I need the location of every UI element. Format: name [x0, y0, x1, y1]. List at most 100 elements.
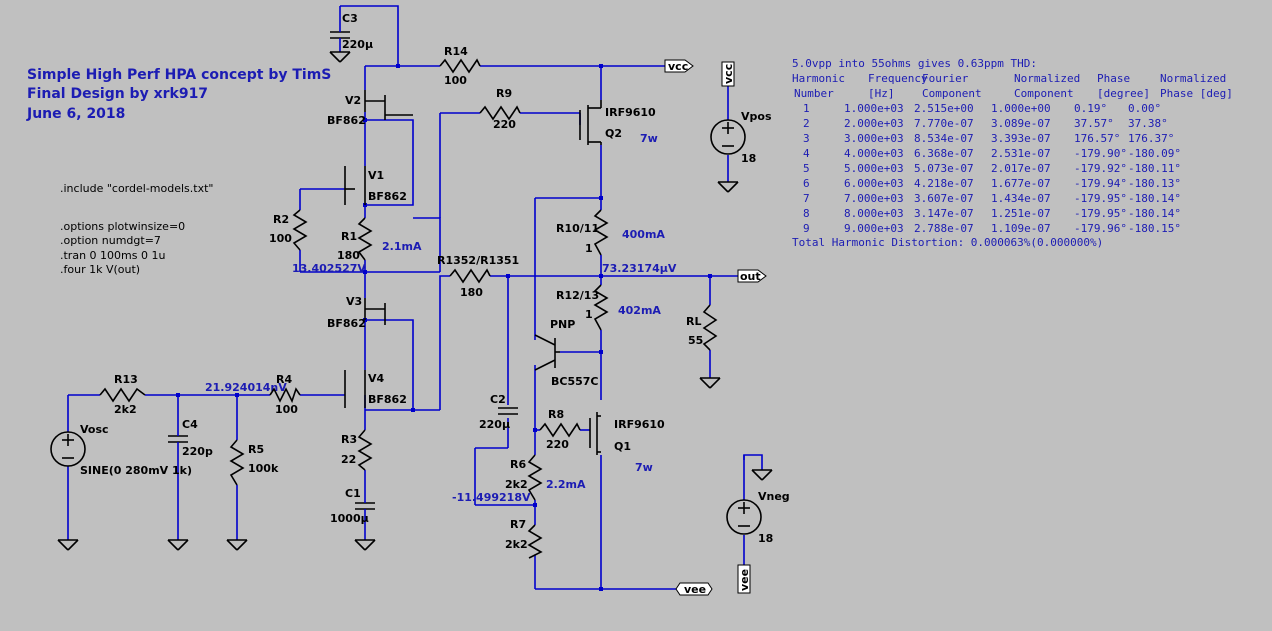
thd-cell: 2.515e+00	[914, 102, 974, 115]
source-vneg[interactable]: vee Vneg 18	[726, 469, 790, 594]
thd-cell: 1.000e+00	[991, 102, 1051, 115]
net-label-out[interactable]: out	[737, 269, 767, 283]
transistor-pnp[interactable]: PNP BC557C	[534, 318, 599, 388]
resistor-r4[interactable]: R4 100	[269, 373, 301, 416]
resistor-r1[interactable]: R1 180 2.1mA	[337, 217, 422, 262]
c1-value: 1000µ	[330, 512, 369, 525]
thd-header-cell: Normalized	[1160, 72, 1226, 85]
thd-header-cell: Component	[922, 87, 982, 100]
thd-cell: -180.14°	[1128, 192, 1181, 205]
resistor-r2[interactable]: R2 100	[269, 209, 308, 251]
thd-cell: 3.089e-07	[991, 117, 1051, 130]
jfet-v2[interactable]: V2 BF862	[327, 90, 413, 127]
directive-include[interactable]: .include "cordel-models.txt"	[60, 182, 213, 195]
thd-cell: -180.13°	[1128, 177, 1181, 190]
resistor-r5[interactable]: R5 100k	[226, 439, 279, 551]
c2-name: C2	[490, 393, 506, 406]
r10-current-label: 400mA	[622, 228, 665, 241]
r6-name: R6	[510, 458, 526, 471]
resistor-r14[interactable]: R14 100	[439, 45, 481, 87]
resistor-r13[interactable]: R13 2k2	[99, 373, 146, 416]
r3-value: 22	[341, 453, 356, 466]
r2-name: R2	[273, 213, 289, 226]
node1-voltage-label: 13.402527V	[292, 262, 366, 275]
pnp-value: BC557C	[551, 375, 599, 388]
title-line-2: Final Design by xrk917	[27, 86, 208, 102]
thd-cell: 6.000e+03	[844, 177, 904, 190]
directive-numdgt[interactable]: .option numdgt=7	[60, 234, 161, 247]
thd-cell: 0.19°	[1074, 102, 1107, 115]
thd-cell: -180.09°	[1128, 147, 1181, 160]
thd-cell: 1.109e-07	[991, 222, 1051, 235]
c4-name: C4	[182, 418, 198, 431]
thd-header-cell: [Hz]	[868, 87, 895, 100]
resistor-r3[interactable]: R3 22	[341, 429, 373, 471]
directive-tran[interactable]: .tran 0 100ms 0 1u	[60, 249, 165, 262]
resistor-r9[interactable]: R9 220	[479, 87, 521, 131]
r1-current-label: 2.1mA	[382, 240, 422, 253]
jfet-v4[interactable]: V4 BF862	[344, 370, 407, 408]
v3-value: BF862	[327, 317, 366, 330]
vosc-value: SINE(0 280mV 1k)	[80, 464, 192, 477]
capacitor-c3[interactable]: C3 220µ	[329, 12, 373, 63]
thd-cell: 4.218e-07	[914, 177, 974, 190]
mosfet-q2[interactable]: IRF9610 Q2 7w	[579, 100, 658, 145]
resistor-r10-11[interactable]: R10/11 1 400mA	[556, 209, 665, 256]
r4-name: R4	[276, 373, 292, 386]
thd-cell: 5	[803, 162, 810, 175]
r6-current-label: 2.2mA	[546, 478, 586, 491]
v4-value: BF862	[368, 393, 407, 406]
r6-value: 2k2	[505, 478, 528, 491]
thd-cell: 37.57°	[1074, 117, 1114, 130]
out-label-text: out	[740, 270, 761, 283]
r9-name: R9	[496, 87, 512, 100]
jfet-v1[interactable]: V1 BF862	[344, 166, 407, 205]
thd-cell: 7.770e-07	[914, 117, 974, 130]
thd-cell: 3.000e+03	[844, 132, 904, 145]
thd-cell: 7	[803, 192, 810, 205]
thd-cell: -179.92°	[1074, 162, 1127, 175]
rl-value: 55	[688, 334, 703, 347]
vneg-name: Vneg	[758, 490, 790, 503]
v4-name: V4	[368, 372, 385, 385]
thd-cell: 8.000e+03	[844, 207, 904, 220]
vpos-net-label: vcc	[722, 64, 735, 84]
net-label-vee[interactable]: vee	[675, 582, 713, 596]
jfet-v3[interactable]: V3 BF862	[327, 295, 386, 330]
r7-name: R7	[510, 518, 526, 531]
thd-cell: 1.251e-07	[991, 207, 1051, 220]
thd-cell: 5.073e-07	[914, 162, 974, 175]
r14-name: R14	[444, 45, 468, 58]
thd-cell: 1.000e+03	[844, 102, 904, 115]
thd-cell: -179.95°	[1074, 192, 1127, 205]
net-label-vcc[interactable]: vcc	[664, 59, 694, 73]
r1352-value: 180	[460, 286, 483, 299]
capacitor-c2[interactable]: C2 220µ	[479, 393, 518, 431]
thd-cell: -179.94°	[1074, 177, 1127, 190]
c3-value: 220µ	[342, 38, 373, 51]
thd-header-cell: Normalized	[1014, 72, 1080, 85]
thd-cell: 2.017e-07	[991, 162, 1051, 175]
junctions	[176, 64, 712, 591]
thd-cell: 3.393e-07	[991, 132, 1051, 145]
directive-four[interactable]: .four 1k V(out)	[60, 263, 140, 276]
c4-value: 220p	[182, 445, 213, 458]
directive-options[interactable]: .options plotwinsize=0	[60, 220, 185, 233]
thd-header-cell: Frequency	[868, 72, 928, 85]
rl-name: RL	[686, 315, 701, 328]
capacitor-c1[interactable]: C1 1000µ	[330, 487, 376, 551]
thd-header-cell: Fourier	[922, 72, 969, 85]
vee-label-text: vee	[684, 583, 706, 596]
thd-cell: 2.000e+03	[844, 117, 904, 130]
thd-cell: 3	[803, 132, 810, 145]
vosc-name: Vosc	[80, 423, 109, 436]
r7-value: 2k2	[505, 538, 528, 551]
capacitor-c4[interactable]: C4 220p	[167, 418, 213, 551]
v2-value: BF862	[327, 114, 366, 127]
source-vpos[interactable]: vcc Vpos 18	[710, 61, 772, 193]
resistor-r8[interactable]: R8 220	[539, 408, 581, 451]
resistor-rl[interactable]: RL 55	[686, 304, 721, 389]
thd-cell: 8	[803, 207, 810, 220]
v1-name: V1	[368, 169, 384, 182]
thd-cell: -180.14°	[1128, 207, 1181, 220]
